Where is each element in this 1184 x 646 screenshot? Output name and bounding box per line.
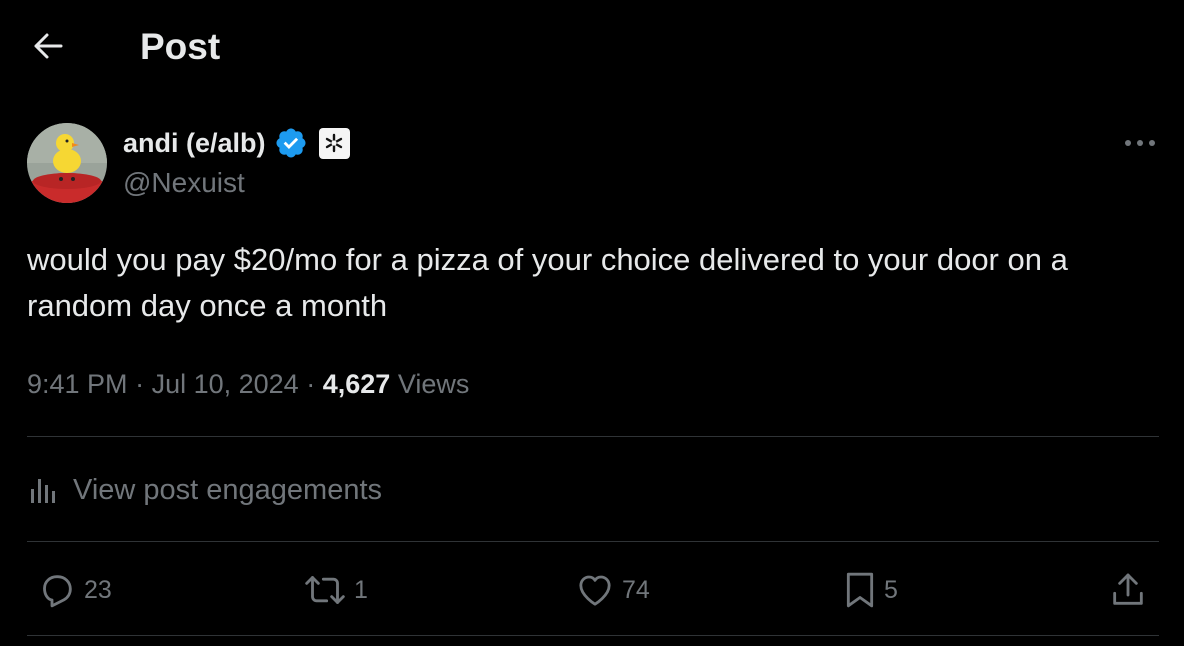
views-count: 4,627 <box>322 369 391 399</box>
like-count: 74 <box>622 576 650 604</box>
reply-icon <box>43 575 72 608</box>
views-label: Views <box>397 369 470 399</box>
divider <box>27 541 1159 542</box>
repost-button[interactable]: 1 <box>302 568 368 612</box>
repost-icon <box>305 576 345 604</box>
repost-count: 1 <box>354 576 368 604</box>
bar-chart-icon <box>31 479 55 503</box>
post-date[interactable]: Jul 10, 2024 <box>152 369 299 399</box>
author-handle[interactable]: @Nexuist <box>123 165 245 201</box>
share-icon <box>1113 573 1143 605</box>
verified-badge-icon[interactable] <box>274 126 308 160</box>
avatar[interactable] <box>27 123 107 203</box>
post-text: would you pay $20/mo for a pizza of your… <box>27 242 1068 323</box>
bookmark-icon <box>846 572 874 608</box>
view-engagements-link[interactable]: View post engagements <box>27 470 382 510</box>
divider <box>27 635 1159 636</box>
more-options-button[interactable] <box>1120 128 1160 158</box>
divider <box>27 436 1159 437</box>
post-meta: 9:41 PM · Jul 10, 2024 · 4,627 Views <box>27 365 469 403</box>
like-button[interactable]: 74 <box>574 568 650 612</box>
more-horizontal-icon <box>1125 140 1155 146</box>
back-button[interactable] <box>26 26 70 66</box>
avatar-image <box>27 123 107 203</box>
header: Post <box>0 0 1184 92</box>
bookmark-button[interactable]: 5 <box>842 568 898 612</box>
post-time[interactable]: 9:41 PM <box>27 369 128 399</box>
bookmark-count: 5 <box>884 576 898 604</box>
post-page: Post andi (e/alb) @Nexuist would you pay… <box>0 0 1184 646</box>
engagements-label: View post engagements <box>73 474 383 506</box>
heart-icon <box>579 575 611 606</box>
asterisk-badge-icon[interactable] <box>318 127 350 159</box>
reply-count: 23 <box>84 576 112 604</box>
page-title: Post <box>140 26 221 67</box>
arrow-left-icon <box>34 33 63 59</box>
meta-separator: · <box>135 369 152 399</box>
author-display-name[interactable]: andi (e/alb) <box>123 124 266 162</box>
author-name-row: andi (e/alb) <box>123 124 350 162</box>
meta-separator: · <box>306 369 323 399</box>
share-button[interactable] <box>1108 568 1148 612</box>
reply-button[interactable]: 23 <box>36 568 112 612</box>
